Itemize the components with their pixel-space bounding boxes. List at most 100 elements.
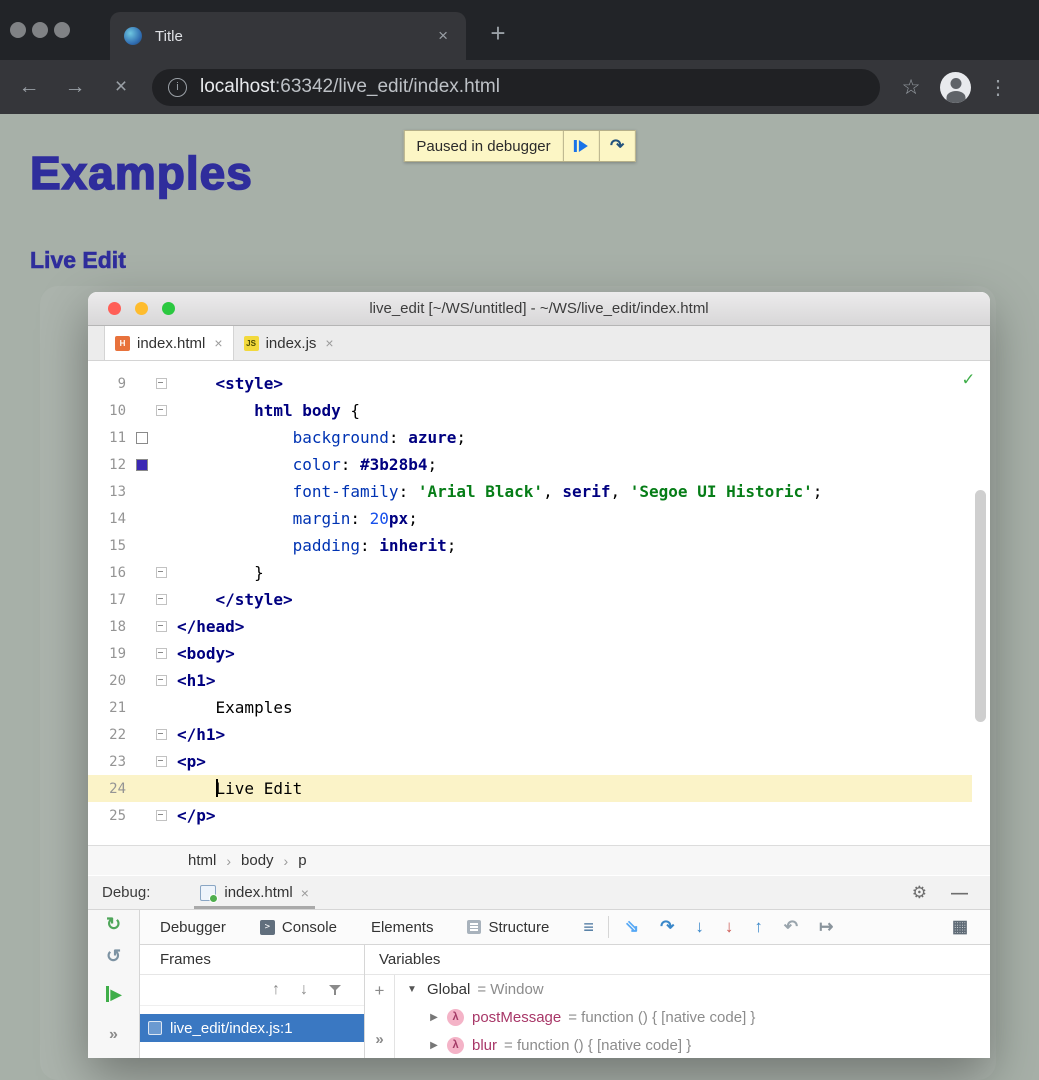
variable-row[interactable]: ▶λpostMessage= function () { [native cod…: [395, 1003, 990, 1031]
tab-close-icon[interactable]: ×: [434, 26, 452, 46]
tab-index-html[interactable]: H index.html ×: [104, 326, 234, 360]
settings-gear-icon[interactable]: ⚙: [912, 883, 927, 903]
line-number: 13: [88, 484, 126, 500]
expand-icon[interactable]: ▼: [405, 984, 419, 995]
breadcrumb-item[interactable]: body: [241, 852, 274, 869]
next-frame-icon[interactable]: ↓: [300, 981, 308, 999]
more-chevrons-icon[interactable]: »: [375, 1031, 383, 1048]
variable-row[interactable]: ▶λblur= function () { [native code] }: [395, 1031, 990, 1058]
forward-button[interactable]: →: [52, 75, 98, 99]
expand-icon[interactable]: ▶: [427, 1012, 441, 1023]
code-line[interactable]: 20<h1>: [88, 667, 972, 694]
code-editor[interactable]: 9 <style>10 html body {11 background: az…: [88, 362, 990, 845]
close-tab-icon[interactable]: ×: [325, 335, 333, 351]
layout-grid-icon[interactable]: ▦: [952, 917, 968, 937]
color-swatch[interactable]: [136, 459, 148, 471]
site-info-icon[interactable]: i: [168, 78, 187, 97]
breadcrumb-item[interactable]: p: [298, 852, 306, 869]
close-tab-icon[interactable]: ×: [214, 335, 222, 351]
resume-glyph: ▶: [106, 986, 122, 1002]
filter-funnel-icon[interactable]: [328, 983, 342, 997]
fold-icon[interactable]: [156, 810, 167, 821]
drop-frame-icon[interactable]: ↶: [784, 917, 798, 937]
more-icon[interactable]: »: [88, 1026, 139, 1044]
ide-close-button[interactable]: [108, 302, 121, 315]
code-line[interactable]: 25</p>: [88, 802, 972, 829]
previous-frame-icon[interactable]: ↑: [272, 981, 280, 999]
stop-button[interactable]: ×: [98, 75, 144, 99]
code-line[interactable]: 19<body>: [88, 640, 972, 667]
bookmark-star-icon[interactable]: ☆: [894, 75, 928, 100]
breadcrumb-item[interactable]: html: [188, 852, 216, 869]
fold-icon[interactable]: [156, 405, 167, 416]
code-line[interactable]: 10 html body {: [88, 397, 972, 424]
tool-tab-debugger[interactable]: Debugger: [160, 919, 226, 936]
fold-icon[interactable]: [156, 675, 167, 686]
tool-tab-structure[interactable]: Structure: [467, 919, 549, 936]
code-token: <body>: [177, 644, 235, 663]
resume-script-button[interactable]: [563, 131, 599, 161]
fold-icon[interactable]: [156, 594, 167, 605]
frames-header: Frames: [140, 945, 364, 975]
debug-session-tab[interactable]: index.html ×: [194, 876, 315, 909]
code-line[interactable]: 11 background: azure;: [88, 424, 972, 451]
tab-index-js[interactable]: JS index.js ×: [234, 326, 344, 360]
step-over-button[interactable]: ↷: [599, 131, 635, 161]
ide-title-bar: live_edit [~/WS/untitled] - ~/WS/live_ed…: [88, 292, 990, 326]
code-line[interactable]: 16 }: [88, 559, 972, 586]
tool-tab-console[interactable]: >Console: [260, 919, 337, 936]
fold-icon[interactable]: [156, 567, 167, 578]
ide-minimize-button[interactable]: [135, 302, 148, 315]
window-zoom-button[interactable]: [54, 22, 70, 38]
new-tab-button[interactable]: +: [480, 16, 516, 52]
resume-icon[interactable]: ▶: [88, 986, 139, 1003]
force-step-into-icon[interactable]: ↓: [725, 917, 734, 937]
line-number: 23: [88, 754, 126, 770]
window-close-button[interactable]: [10, 22, 26, 38]
step-into-icon[interactable]: ↓: [695, 917, 704, 937]
fold-icon[interactable]: [156, 621, 167, 632]
fold-icon[interactable]: [156, 648, 167, 659]
expand-icon[interactable]: ▶: [427, 1040, 441, 1051]
browser-menu-icon[interactable]: ⋮: [983, 75, 1013, 100]
fold-icon[interactable]: [156, 729, 167, 740]
code-line[interactable]: 18</head>: [88, 613, 972, 640]
fold-icon[interactable]: [156, 756, 167, 767]
show-execution-point-icon[interactable]: ⇘: [625, 917, 639, 937]
editor-scrollbar[interactable]: [975, 490, 986, 722]
code-line[interactable]: 14 margin: 20px;: [88, 505, 972, 532]
hide-panel-icon[interactable]: —: [951, 883, 968, 903]
window-minimize-button[interactable]: [32, 22, 48, 38]
code-line[interactable]: 22</h1>: [88, 721, 972, 748]
frame-item-selected[interactable]: live_edit/index.js:1: [140, 1014, 364, 1042]
variable-row[interactable]: ▼Global= Window: [395, 975, 990, 1003]
code-line[interactable]: 12 color: #3b28b4;: [88, 451, 972, 478]
fold-column: [156, 675, 167, 686]
tool-tab-elements[interactable]: Elements: [371, 919, 434, 936]
rerun-icon[interactable]: ↻: [88, 914, 139, 935]
back-button[interactable]: ←: [6, 75, 52, 99]
step-out-icon[interactable]: ↑: [754, 917, 763, 937]
reset-icon[interactable]: ↺: [88, 946, 139, 967]
browser-tab[interactable]: Title ×: [110, 12, 466, 60]
code-token: }: [177, 563, 264, 582]
code-line[interactable]: 17 </style>: [88, 586, 972, 613]
code-line[interactable]: 23<p>: [88, 748, 972, 775]
code-text: <body>: [167, 644, 235, 663]
add-watch-icon[interactable]: +: [375, 981, 385, 1001]
code-line[interactable]: 9 <style>: [88, 370, 972, 397]
color-swatch[interactable]: [136, 432, 148, 444]
code-line[interactable]: 13 font-family: 'Arial Black', serif, 'S…: [88, 478, 972, 505]
code-line[interactable]: 15 padding: inherit;: [88, 532, 972, 559]
threads-menu-icon[interactable]: ≡: [583, 917, 594, 938]
debug-toolbar: Debugger >Console Elements Structure ≡ ⇘ ↷ ↓ ↓…: [140, 910, 990, 945]
step-over-icon[interactable]: ↷: [660, 917, 674, 937]
close-debug-tab-icon[interactable]: ×: [301, 885, 309, 901]
code-line[interactable]: 21 Examples: [88, 694, 972, 721]
address-bar[interactable]: i localhost:63342/live_edit/index.html: [152, 69, 880, 106]
ide-zoom-button[interactable]: [162, 302, 175, 315]
run-to-cursor-icon[interactable]: ↦: [819, 917, 833, 937]
fold-icon[interactable]: [156, 378, 167, 389]
profile-avatar[interactable]: [940, 72, 971, 103]
code-line[interactable]: 24 Live Edit: [88, 775, 972, 802]
